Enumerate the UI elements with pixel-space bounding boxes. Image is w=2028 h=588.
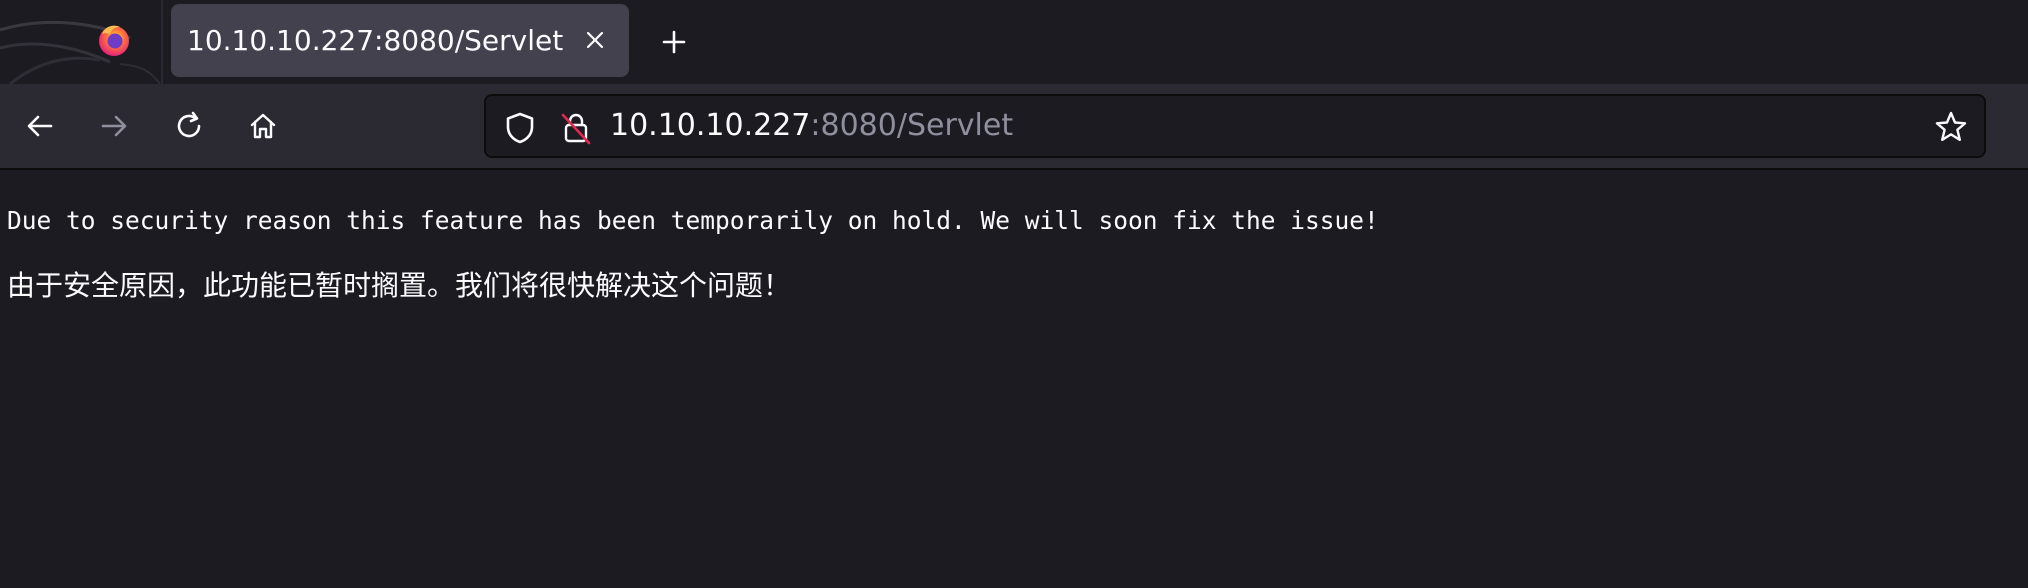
message-english: Due to security reason this feature has … bbox=[7, 206, 1379, 235]
back-button[interactable] bbox=[12, 98, 68, 154]
star-icon[interactable] bbox=[1928, 104, 1974, 150]
tab-title: 10.10.10.227:8080/Servlet bbox=[187, 24, 564, 57]
shield-icon[interactable] bbox=[502, 110, 538, 146]
close-icon[interactable] bbox=[575, 20, 615, 60]
url-host: 10.10.10.227 bbox=[610, 108, 811, 143]
navigation-toolbar: 10.10.10.227:8080/Servlet bbox=[0, 84, 2028, 170]
reload-icon bbox=[177, 111, 201, 138]
home-icon bbox=[250, 113, 276, 139]
tab-strip: 10.10.10.227:8080/Servlet bbox=[0, 0, 2028, 84]
page-content: Due to security reason this feature has … bbox=[0, 172, 2028, 588]
address-bar[interactable]: 10.10.10.227:8080/Servlet bbox=[484, 94, 1986, 158]
firefox-icon[interactable] bbox=[96, 22, 132, 58]
forward-button[interactable] bbox=[86, 98, 142, 154]
insecure-lock-icon[interactable] bbox=[558, 110, 594, 146]
reload-button[interactable] bbox=[161, 98, 217, 154]
arrow-left-icon bbox=[27, 115, 53, 137]
home-button[interactable] bbox=[235, 98, 291, 154]
tab-separator bbox=[161, 0, 163, 84]
desktop-wallpaper-corner bbox=[0, 0, 165, 84]
message-chinese: 由于安全原因，此功能已暂时搁置。我们将很快解决这个问题！ bbox=[7, 269, 792, 302]
url-text[interactable]: 10.10.10.227:8080/Servlet bbox=[610, 96, 1013, 156]
url-path: :8080/Servlet bbox=[810, 108, 1014, 143]
plus-icon[interactable] bbox=[650, 18, 698, 66]
arrow-right-icon bbox=[101, 115, 127, 137]
tab-active[interactable]: 10.10.10.227:8080/Servlet bbox=[171, 4, 629, 77]
